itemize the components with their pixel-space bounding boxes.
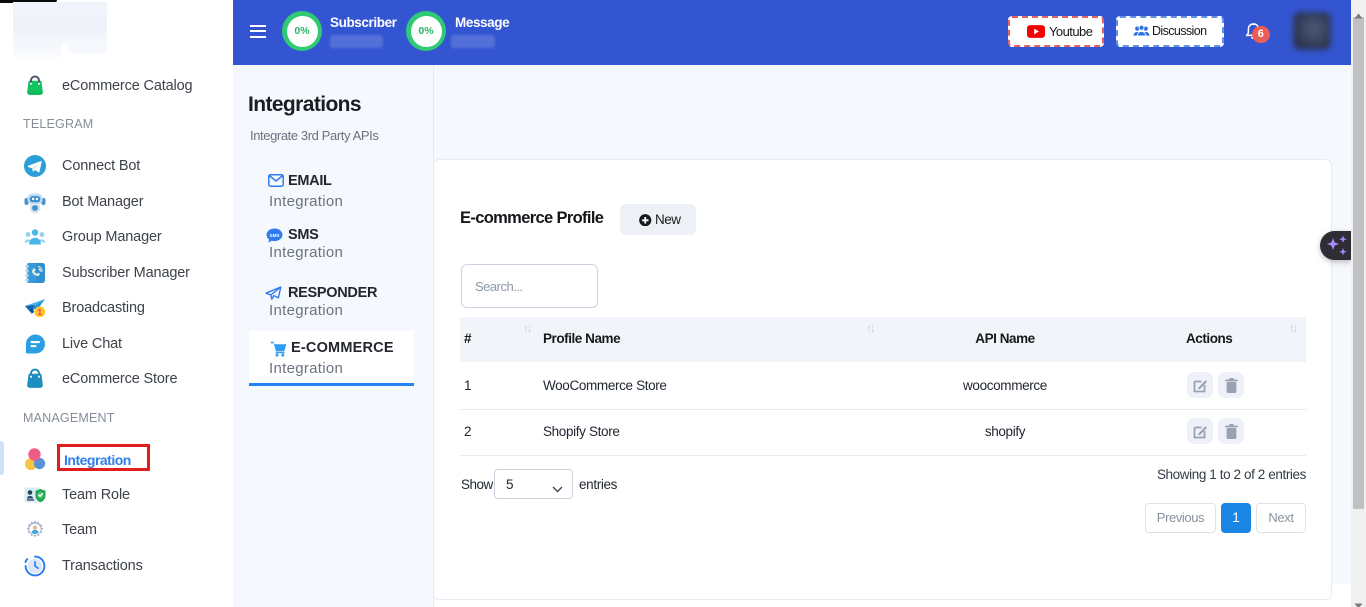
svg-text:SMS: SMS (270, 233, 280, 238)
svg-text:1: 1 (37, 307, 42, 317)
